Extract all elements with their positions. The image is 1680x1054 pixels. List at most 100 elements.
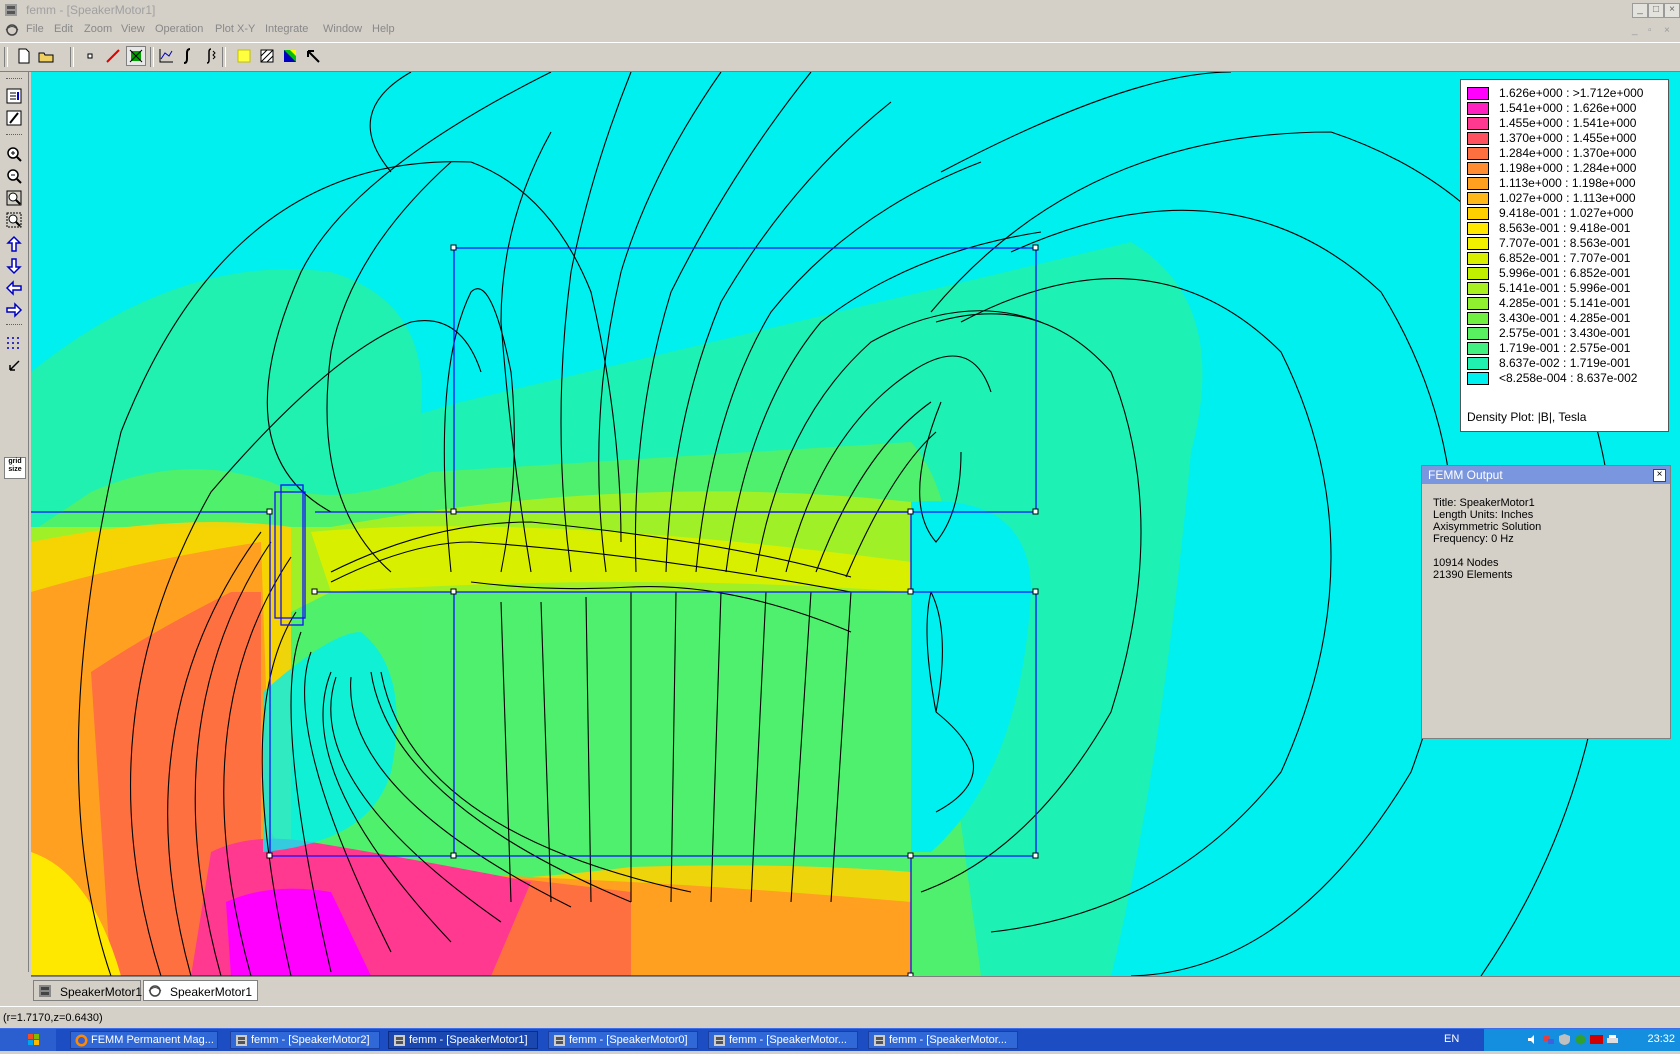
mdi-minimize-icon[interactable]: _ — [1632, 25, 1638, 36]
femm-icon — [394, 1035, 405, 1046]
legend-label: 1.541e+000 : 1.626e+000 — [1499, 101, 1637, 115]
legend-label: 4.285e-001 : 5.141e-001 — [1499, 296, 1631, 310]
legend-swatch — [1467, 207, 1489, 220]
legend-label: 1.284e+000 : 1.370e+000 — [1499, 146, 1637, 160]
pan-up-icon[interactable] — [4, 234, 24, 254]
plot-xy-icon[interactable] — [156, 46, 176, 66]
tab-preprocessor[interactable]: SpeakerMotor1 — [33, 980, 143, 1001]
taskbar-item[interactable]: femm - [SpeakerMotor... — [708, 1031, 858, 1049]
show-grid-icon[interactable] — [4, 334, 24, 354]
menu-window[interactable]: Window — [323, 23, 362, 35]
select-arrow-icon[interactable] — [303, 46, 323, 66]
zoom-out-icon[interactable] — [4, 166, 24, 186]
menu-help[interactable]: Help — [372, 23, 395, 35]
area-mode-icon[interactable] — [126, 46, 146, 66]
taskbar-item-label: femm - [SpeakerMotor1] — [409, 1034, 528, 1046]
menu-view[interactable]: View — [121, 23, 145, 35]
taskbar-item[interactable]: femm - [SpeakerMotor... — [868, 1031, 1018, 1049]
legend-label: 1.455e+000 : 1.541e+000 — [1499, 116, 1637, 130]
legend-swatch — [1467, 342, 1489, 355]
legend-swatch — [1467, 372, 1489, 385]
legend-swatch — [1467, 132, 1489, 145]
toolbar-separator — [222, 47, 226, 67]
menu-plot-xy[interactable]: Plot X-Y — [215, 23, 255, 35]
menu-zoom[interactable]: Zoom — [84, 23, 112, 35]
taskbar-item[interactable]: FEMM Permanent Mag... — [70, 1031, 218, 1049]
toolbar-separator — [150, 47, 154, 67]
update-icon[interactable] — [1574, 1033, 1587, 1046]
legend-swatch — [1467, 327, 1489, 340]
volume-icon[interactable] — [1526, 1033, 1539, 1046]
pan-left-icon[interactable] — [4, 278, 24, 298]
close-icon[interactable]: × — [1664, 3, 1680, 18]
legend-label: 5.996e-001 : 6.852e-001 — [1499, 266, 1631, 280]
tab-label: SpeakerMotor1 — [60, 985, 143, 999]
density-plot-icon[interactable] — [234, 46, 254, 66]
output-line: Length Units: Inches — [1433, 509, 1534, 521]
zoom-in-icon[interactable] — [4, 144, 24, 164]
femm-app-icon — [5, 4, 17, 16]
point-mode-icon[interactable] — [80, 46, 100, 66]
menu-integrate[interactable]: Integrate — [265, 23, 308, 35]
legend-caption: Density Plot: |B|, Tesla — [1467, 410, 1587, 424]
new-file-icon[interactable] — [14, 46, 34, 66]
legend-row: 7.707e-001 : 8.563e-001 — [1465, 236, 1665, 251]
network-icon[interactable] — [1542, 1033, 1555, 1046]
postprocessor-doc-icon — [148, 985, 162, 997]
taskbar-item-label: FEMM Permanent Mag... — [91, 1034, 214, 1046]
legend-label: 6.852e-001 : 7.707e-001 — [1499, 251, 1631, 265]
legend-row: 1.113e+000 : 1.198e+000 — [1465, 176, 1665, 191]
output-panel-title: FEMM Output — [1422, 466, 1670, 484]
legend-swatch — [1467, 252, 1489, 265]
grid-size-button[interactable]: grid size — [4, 457, 26, 479]
line-integral-icon[interactable] — [178, 46, 198, 66]
system-tray: EN 23:32 — [1444, 1029, 1680, 1051]
femm-icon — [714, 1035, 725, 1046]
language-indicator[interactable]: EN — [1444, 1033, 1459, 1045]
contour-mode-icon[interactable] — [103, 46, 123, 66]
menu-edit[interactable]: Edit — [54, 23, 73, 35]
legend-swatch — [1467, 312, 1489, 325]
toolbar-separator — [70, 47, 74, 67]
mdi-close-icon[interactable]: × — [1664, 25, 1670, 36]
output-line: Axisymmetric Solution — [1433, 521, 1542, 533]
taskbar-item[interactable]: femm - [SpeakerMotor2] — [230, 1031, 380, 1049]
legend-row: 1.719e-001 : 2.575e-001 — [1465, 341, 1665, 356]
printer-icon[interactable] — [1606, 1033, 1619, 1046]
legend-row: <8.258e-004 : 8.637e-002 — [1465, 371, 1665, 386]
legend-label: 8.563e-001 : 9.418e-001 — [1499, 221, 1631, 235]
tab-postprocessor[interactable]: SpeakerMotor1 — [143, 980, 258, 1001]
legend-row: 1.626e+000 : >1.712e+000 — [1465, 86, 1665, 101]
legend-label: 3.430e-001 : 4.285e-001 — [1499, 311, 1631, 325]
vector-plot-icon[interactable] — [257, 46, 277, 66]
start-button[interactable] — [0, 1029, 56, 1051]
taskbar-item[interactable]: femm - [SpeakerMotor0] — [548, 1031, 698, 1049]
close-icon[interactable]: × — [1653, 469, 1666, 482]
pan-right-icon[interactable] — [4, 300, 24, 320]
mdi-restore-icon[interactable]: ▫ — [1648, 25, 1652, 36]
zoom-natural-icon[interactable] — [4, 188, 24, 208]
output-line: 10914 Nodes — [1433, 557, 1499, 569]
maximize-icon[interactable]: □ — [1648, 3, 1664, 18]
legend-swatch — [1467, 177, 1489, 190]
block-integral-icon[interactable] — [200, 46, 220, 66]
menu-file[interactable]: File — [26, 23, 44, 35]
minimize-icon[interactable]: _ — [1632, 3, 1648, 18]
legend-label: 1.198e+000 : 1.284e+000 — [1499, 161, 1637, 175]
security-shield-icon[interactable] — [1558, 1033, 1571, 1046]
taskbar-item-active[interactable]: femm - [SpeakerMotor1] — [388, 1031, 538, 1049]
edit-icon[interactable] — [4, 108, 24, 128]
legend-row: 1.370e+000 : 1.455e+000 — [1465, 131, 1665, 146]
show-mesh-icon[interactable] — [4, 86, 24, 106]
ati-icon[interactable] — [1590, 1033, 1603, 1046]
menu-operation[interactable]: Operation — [155, 23, 203, 35]
legend-swatch — [1467, 102, 1489, 115]
legend-label: 2.575e-001 : 3.430e-001 — [1499, 326, 1631, 340]
snap-grid-icon[interactable] — [4, 356, 24, 376]
open-folder-icon[interactable] — [36, 46, 56, 66]
zoom-window-icon[interactable] — [4, 210, 24, 230]
legend-swatch — [1467, 357, 1489, 370]
pan-down-icon[interactable] — [4, 256, 24, 276]
contour-plot-icon[interactable] — [280, 46, 300, 66]
document-tab-bar: SpeakerMotor1 SpeakerMotor1 — [31, 976, 1680, 1005]
